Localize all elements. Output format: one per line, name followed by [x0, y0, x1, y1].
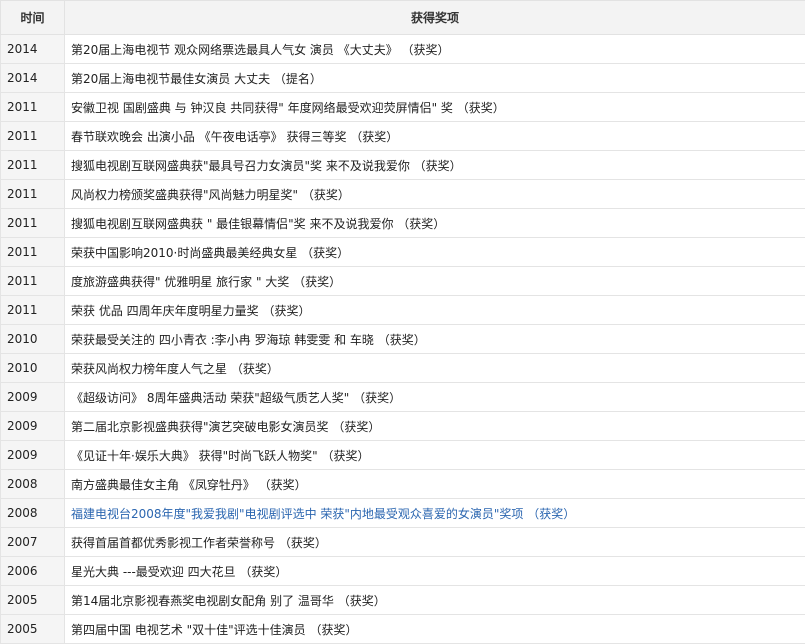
award-cell: 搜狐电视剧互联网盛典获 " 最佳银幕情侣"奖 来不及说我爱你 （获奖）	[64, 208, 805, 238]
table-row: 2007 获得首届首都优秀影视工作者荣誉称号 （获奖）	[0, 527, 805, 557]
award-text: 《见证十年·娱乐大典》 获得"时尚飞跃人物奖" （获奖）	[71, 448, 370, 463]
table-row: 2009 《超级访问》 8周年盛典活动 荣获"超级气质艺人奖" （获奖）	[0, 382, 805, 412]
award-cell: 荣获最受关注的 四小青衣 :李小冉 罗海琼 韩雯雯 和 车晓 （获奖）	[64, 324, 805, 354]
award-text: 第20届上海电视节 观众网络票选最具人气女 演员 《大丈夫》 （获奖）	[71, 42, 450, 57]
award-cell: 荣获中国影响2010·时尚盛典最美经典女星 （获奖）	[64, 237, 805, 267]
award-text: 搜狐电视剧互联网盛典获 " 最佳银幕情侣"奖 来不及说我爱你 （获奖）	[71, 216, 446, 231]
award-cell: 春节联欢晚会 出演小品 《午夜电话亭》 获得三等奖 （获奖）	[64, 121, 805, 151]
award-year: 2011	[0, 266, 65, 296]
award-cell: 第20届上海电视节 观众网络票选最具人气女 演员 《大丈夫》 （获奖）	[64, 34, 805, 64]
award-year: 2011	[0, 208, 65, 238]
award-cell: 第14届北京影视春燕奖电视剧女配角 别了 温哥华 （获奖）	[64, 585, 805, 615]
award-year: 2014	[0, 63, 65, 93]
award-year: 2010	[0, 353, 65, 383]
award-text: 第四届中国 电视艺术 "双十佳"评选十佳演员 （获奖）	[71, 622, 358, 637]
table-row: 2011 荣获中国影响2010·时尚盛典最美经典女星 （获奖）	[0, 237, 805, 267]
table-row: 2009 第二届北京影视盛典获得"演艺突破电影女演员奖 （获奖）	[0, 411, 805, 441]
award-year: 2008	[0, 498, 65, 528]
award-text: 第二届北京影视盛典获得"演艺突破电影女演员奖 （获奖）	[71, 419, 381, 434]
award-cell: 获得首届首都优秀影视工作者荣誉称号 （获奖）	[64, 527, 805, 557]
header-year: 时间	[0, 0, 65, 35]
table-row: 2014 第20届上海电视节最佳女演员 大丈夫 （提名）	[0, 63, 805, 93]
award-link[interactable]: 福建电视台2008年度"我爱我剧"电视剧评选中 荣获"内地最受观众喜爱的女演员"…	[71, 507, 575, 521]
award-year: 2005	[0, 614, 65, 644]
table-row: 2014 第20届上海电视节 观众网络票选最具人气女 演员 《大丈夫》 （获奖）	[0, 34, 805, 64]
award-cell: 星光大典 ---最受欢迎 四大花旦 （获奖）	[64, 556, 805, 586]
award-year: 2009	[0, 440, 65, 470]
award-cell: 第二届北京影视盛典获得"演艺突破电影女演员奖 （获奖）	[64, 411, 805, 441]
table-row: 2011 安徽卫视 国剧盛典 与 钟汉良 共同获得" 年度网络最受欢迎荧屏情侣" …	[0, 92, 805, 122]
table-row: 2011 荣获 优品 四周年庆年度明星力量奖 （获奖）	[0, 295, 805, 325]
award-year: 2011	[0, 237, 65, 267]
table-body: 2014 第20届上海电视节 观众网络票选最具人气女 演员 《大丈夫》 （获奖） 2…	[0, 34, 805, 644]
table-row: 2008 福建电视台2008年度"我爱我剧"电视剧评选中 荣获"内地最受观众喜爱的…	[0, 498, 805, 528]
table-row: 2011 风尚权力榜颁奖盛典获得"风尚魅力明星奖" （获奖）	[0, 179, 805, 209]
award-year: 2008	[0, 469, 65, 499]
award-text: 搜狐电视剧互联网盛典获"最具号召力女演员"奖 来不及说我爱你 （获奖）	[71, 158, 462, 173]
award-year: 2014	[0, 34, 65, 64]
table-row: 2008 南方盛典最佳女主角 《凤穿牡丹》 （获奖）	[0, 469, 805, 499]
award-year: 2006	[0, 556, 65, 586]
table-row: 2011 春节联欢晚会 出演小品 《午夜电话亭》 获得三等奖 （获奖）	[0, 121, 805, 151]
award-text: 安徽卫视 国剧盛典 与 钟汉良 共同获得" 年度网络最受欢迎荧屏情侣" 奖 （获…	[71, 100, 505, 115]
table-row: 2005 第四届中国 电视艺术 "双十佳"评选十佳演员 （获奖）	[0, 614, 805, 644]
table-row: 2005 第14届北京影视春燕奖电视剧女配角 别了 温哥华 （获奖）	[0, 585, 805, 615]
award-text: 荣获风尚权力榜年度人气之星 （获奖）	[71, 361, 279, 376]
award-cell: 风尚权力榜颁奖盛典获得"风尚魅力明星奖" （获奖）	[64, 179, 805, 209]
table-row: 2009 《见证十年·娱乐大典》 获得"时尚飞跃人物奖" （获奖）	[0, 440, 805, 470]
award-cell: 荣获风尚权力榜年度人气之星 （获奖）	[64, 353, 805, 383]
award-cell: 《见证十年·娱乐大典》 获得"时尚飞跃人物奖" （获奖）	[64, 440, 805, 470]
award-cell: 《超级访问》 8周年盛典活动 荣获"超级气质艺人奖" （获奖）	[64, 382, 805, 412]
award-text: 第20届上海电视节最佳女演员 大丈夫 （提名）	[71, 71, 322, 86]
award-cell: 福建电视台2008年度"我爱我剧"电视剧评选中 荣获"内地最受观众喜爱的女演员"…	[64, 498, 805, 528]
award-year: 2009	[0, 382, 65, 412]
award-text: 获得首届首都优秀影视工作者荣誉称号 （获奖）	[71, 535, 327, 550]
award-text: 《超级访问》 8周年盛典活动 荣获"超级气质艺人奖" （获奖）	[71, 390, 402, 405]
award-year: 2011	[0, 179, 65, 209]
awards-table: 时间 获得奖项 2014 第20届上海电视节 观众网络票选最具人气女 演员 《大丈…	[0, 0, 805, 644]
header-award: 获得奖项	[64, 0, 805, 35]
award-cell: 南方盛典最佳女主角 《凤穿牡丹》 （获奖）	[64, 469, 805, 499]
award-text: 度旅游盛典获得" 优雅明星 旅行家 " 大奖 （获奖）	[71, 274, 342, 289]
table-row: 2011 搜狐电视剧互联网盛典获"最具号召力女演员"奖 来不及说我爱你 （获奖）	[0, 150, 805, 180]
award-cell: 荣获 优品 四周年庆年度明星力量奖 （获奖）	[64, 295, 805, 325]
table-header: 时间 获得奖项	[0, 0, 805, 35]
table-row: 2006 星光大典 ---最受欢迎 四大花旦 （获奖）	[0, 556, 805, 586]
award-text: 荣获最受关注的 四小青衣 :李小冉 罗海琼 韩雯雯 和 车晓 （获奖）	[71, 332, 426, 347]
award-year: 2011	[0, 295, 65, 325]
award-cell: 第四届中国 电视艺术 "双十佳"评选十佳演员 （获奖）	[64, 614, 805, 644]
award-cell: 搜狐电视剧互联网盛典获"最具号召力女演员"奖 来不及说我爱你 （获奖）	[64, 150, 805, 180]
award-text: 荣获中国影响2010·时尚盛典最美经典女星 （获奖）	[71, 245, 350, 260]
table-row: 2010 荣获风尚权力榜年度人气之星 （获奖）	[0, 353, 805, 383]
award-year: 2011	[0, 150, 65, 180]
award-text: 南方盛典最佳女主角 《凤穿牡丹》 （获奖）	[71, 477, 307, 492]
award-year: 2009	[0, 411, 65, 441]
table-row: 2010 荣获最受关注的 四小青衣 :李小冉 罗海琼 韩雯雯 和 车晓 （获奖）	[0, 324, 805, 354]
award-cell: 度旅游盛典获得" 优雅明星 旅行家 " 大奖 （获奖）	[64, 266, 805, 296]
award-cell: 安徽卫视 国剧盛典 与 钟汉良 共同获得" 年度网络最受欢迎荧屏情侣" 奖 （获…	[64, 92, 805, 122]
award-text: 荣获 优品 四周年庆年度明星力量奖 （获奖）	[71, 303, 311, 318]
award-year: 2010	[0, 324, 65, 354]
award-cell: 第20届上海电视节最佳女演员 大丈夫 （提名）	[64, 63, 805, 93]
award-text: 星光大典 ---最受欢迎 四大花旦 （获奖）	[71, 564, 288, 579]
header-row: 时间 获得奖项	[0, 0, 805, 35]
table-row: 2011 度旅游盛典获得" 优雅明星 旅行家 " 大奖 （获奖）	[0, 266, 805, 296]
award-text: 春节联欢晚会 出演小品 《午夜电话亭》 获得三等奖 （获奖）	[71, 129, 399, 144]
table-row: 2011 搜狐电视剧互联网盛典获 " 最佳银幕情侣"奖 来不及说我爱你 （获奖）	[0, 208, 805, 238]
award-year: 2007	[0, 527, 65, 557]
award-text: 第14届北京影视春燕奖电视剧女配角 别了 温哥华 （获奖）	[71, 593, 386, 608]
award-year: 2011	[0, 92, 65, 122]
award-year: 2011	[0, 121, 65, 151]
award-year: 2005	[0, 585, 65, 615]
award-text: 风尚权力榜颁奖盛典获得"风尚魅力明星奖" （获奖）	[71, 187, 350, 202]
